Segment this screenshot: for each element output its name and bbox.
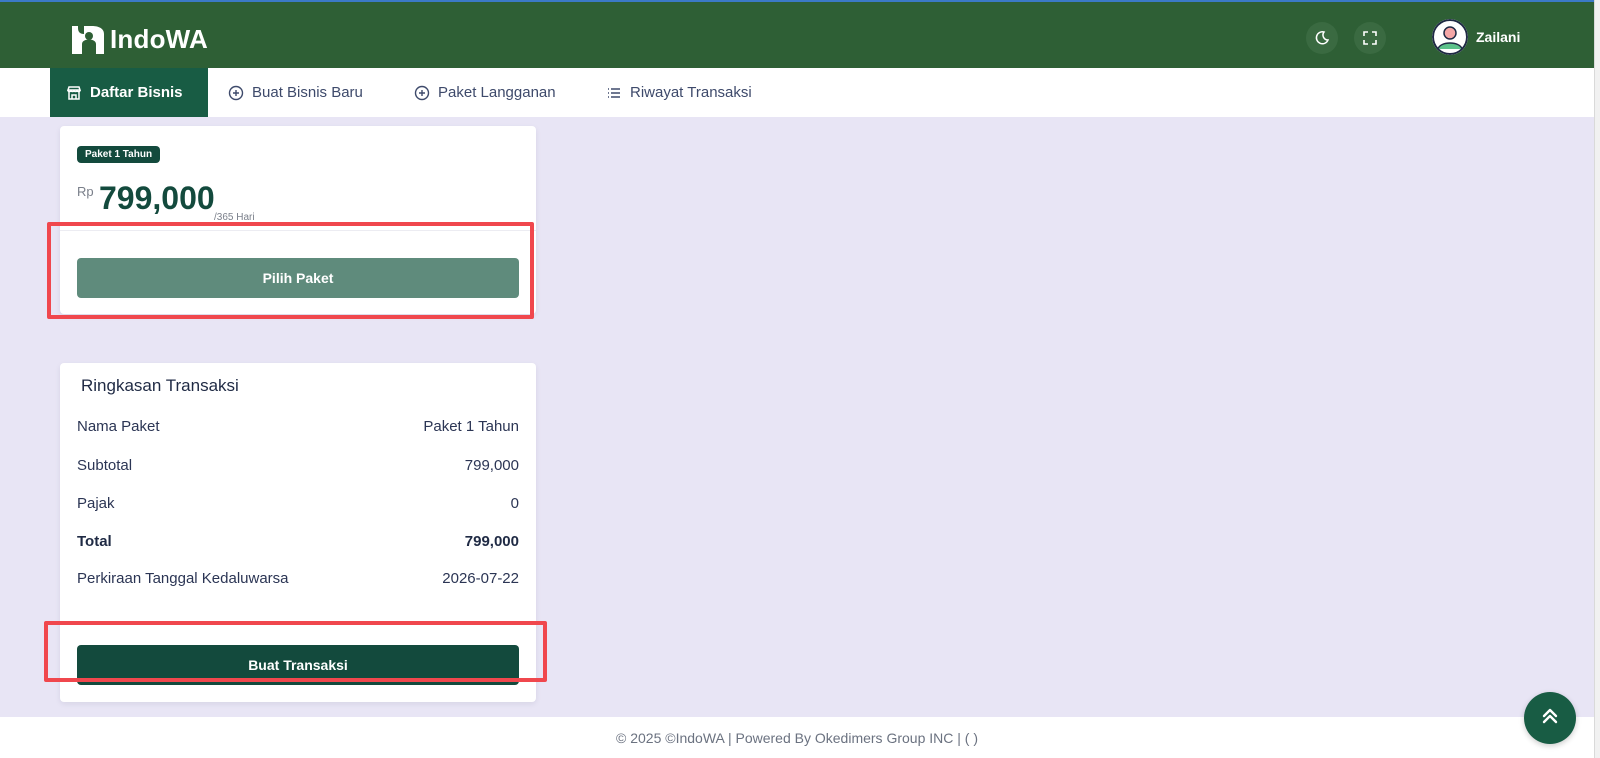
moon-icon (1314, 30, 1330, 46)
row-value: 799,000 (464, 533, 519, 550)
summary-row-subtotal: Subtotal 799,000 (77, 457, 519, 474)
list-icon (606, 85, 622, 101)
row-label: Subtotal (77, 457, 133, 474)
row-label: Perkiraan Tanggal Kedaluwarsa (77, 570, 289, 587)
fullscreen-icon (1362, 30, 1378, 46)
row-value: 2026-07-22 (442, 570, 519, 587)
price-period: /365 Hari (214, 212, 255, 223)
summary-row-tax: Pajak 0 (77, 495, 519, 512)
tab-label: Riwayat Transaksi (630, 84, 752, 101)
summary-row-total: Total 799,000 (77, 533, 519, 550)
row-label: Nama Paket (77, 418, 160, 435)
scroll-top-button[interactable] (1524, 692, 1576, 744)
row-value: 0 (510, 495, 519, 512)
footer: © 2025 ©IndoWA | Powered By Okedimers Gr… (0, 717, 1594, 758)
tab-paket-langganan[interactable]: Paket Langganan (398, 68, 572, 117)
fullscreen-button[interactable] (1354, 22, 1386, 54)
create-transaction-button[interactable]: Buat Transaksi (77, 645, 519, 685)
price-currency: Rp (77, 184, 94, 199)
avatar[interactable] (1432, 19, 1468, 55)
tab-daftar-bisnis[interactable]: Daftar Bisnis (50, 68, 208, 117)
summary-title: Ringkasan Transaksi (81, 376, 239, 395)
tab-label: Daftar Bisnis (90, 84, 183, 101)
transaction-summary-card: Ringkasan Transaksi Nama Paket Paket 1 T… (60, 363, 536, 702)
plus-circle-icon (228, 85, 244, 101)
scrollbar[interactable] (1594, 0, 1600, 758)
summary-row-expiry: Perkiraan Tanggal Kedaluwarsa 2026-07-22 (77, 570, 519, 587)
select-plan-button[interactable]: Pilih Paket (77, 258, 519, 298)
row-value: Paket 1 Tahun (423, 418, 519, 435)
app-header: IndoWA Zailani (0, 0, 1600, 68)
row-value: 799,000 (464, 457, 519, 474)
footer-text: © 2025 ©IndoWA | Powered By Okedimers Gr… (616, 729, 978, 746)
logo[interactable]: IndoWA (70, 22, 208, 56)
tab-label: Buat Bisnis Baru (252, 84, 363, 101)
logo-text: IndoWA (110, 23, 208, 54)
divider (60, 230, 536, 231)
user-name[interactable]: Zailani (1476, 29, 1520, 45)
main-nav: Daftar Bisnis Buat Bisnis Baru Paket Lan… (0, 68, 1594, 117)
price-value: 799,000 (99, 180, 215, 216)
plan-card: Paket 1 Tahun Rp 799,000 /365 Hari Pilih… (60, 126, 536, 314)
tab-riwayat-transaksi[interactable]: Riwayat Transaksi (590, 68, 768, 117)
tab-label: Paket Langganan (438, 84, 556, 101)
double-chevron-up-icon (1539, 705, 1561, 732)
theme-toggle-button[interactable] (1306, 22, 1338, 54)
plus-circle-icon (414, 85, 430, 101)
store-icon (66, 85, 82, 101)
row-label: Total (77, 533, 112, 550)
summary-row-package: Nama Paket Paket 1 Tahun (77, 418, 519, 435)
row-label: Pajak (77, 495, 115, 512)
plan-badge: Paket 1 Tahun (77, 146, 161, 163)
tab-buat-bisnis-baru[interactable]: Buat Bisnis Baru (212, 68, 379, 117)
indowa-logo-icon (70, 22, 108, 56)
